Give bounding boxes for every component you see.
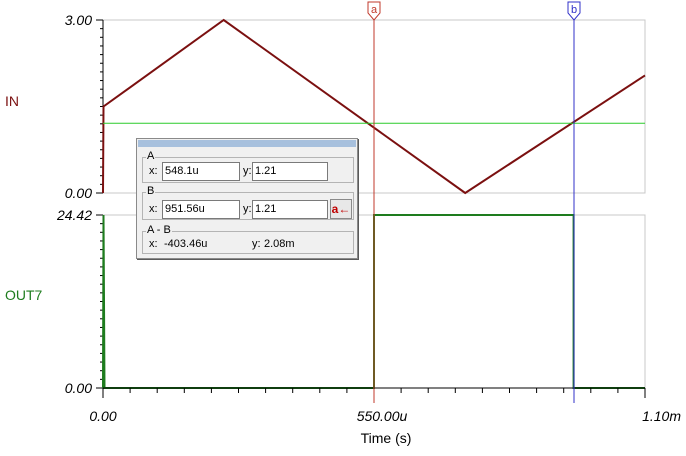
cursor-a-title: A bbox=[146, 150, 156, 162]
diff-y-value: 2.08m bbox=[264, 238, 295, 250]
swap-cursor-button[interactable]: a← bbox=[330, 199, 352, 219]
cursor-a-x-label: x: bbox=[149, 165, 158, 177]
cursor-b-x-label: x: bbox=[149, 203, 158, 215]
x-tick-label: 550.00u bbox=[357, 408, 408, 424]
dialog-title-bar[interactable] bbox=[138, 140, 356, 147]
cursor-b-x-field[interactable]: 951.56u bbox=[162, 200, 240, 219]
cursor-b-y-label: y: bbox=[243, 203, 252, 215]
cursor-diff-title: A - B bbox=[146, 224, 172, 236]
diff-x-value: -403.46u bbox=[164, 238, 208, 250]
y-tick-label: 24.42 bbox=[56, 207, 92, 223]
x-axis: 0.00 550.00u 1.10m Time (s) bbox=[89, 387, 681, 446]
cursor-b-y-field[interactable]: 1.21 bbox=[252, 200, 328, 219]
y-tick-label: 0.00 bbox=[65, 380, 92, 396]
cursors[interactable]: ab bbox=[367, 1, 581, 403]
cursor-b-title: B bbox=[146, 185, 156, 197]
cursor-readout-dialog[interactable]: A x: 548.1u y: 1.21 B x: 951.56u y: 1.21… bbox=[136, 138, 358, 259]
cursor-a-label: a bbox=[371, 4, 378, 16]
in-y-axis-label: IN bbox=[5, 93, 19, 109]
x-tick-label: 0.00 bbox=[89, 408, 116, 424]
x-axis-label: Time (s) bbox=[361, 430, 412, 446]
x-tick-label: 1.10m bbox=[642, 408, 681, 424]
cursor-a-x-field[interactable]: 548.1u bbox=[162, 162, 240, 181]
diff-x-label: x: bbox=[149, 238, 158, 250]
out7-y-axis-label: OUT7 bbox=[5, 287, 43, 303]
y-tick-label: 3.00 bbox=[65, 12, 92, 28]
cursor-a-y-field[interactable]: 1.21 bbox=[252, 162, 328, 181]
y-tick-label: 0.00 bbox=[65, 185, 92, 201]
cursor-b-label: b bbox=[571, 4, 577, 16]
diff-y-label: y: bbox=[252, 238, 261, 250]
cursor-a-y-label: y: bbox=[243, 165, 252, 177]
